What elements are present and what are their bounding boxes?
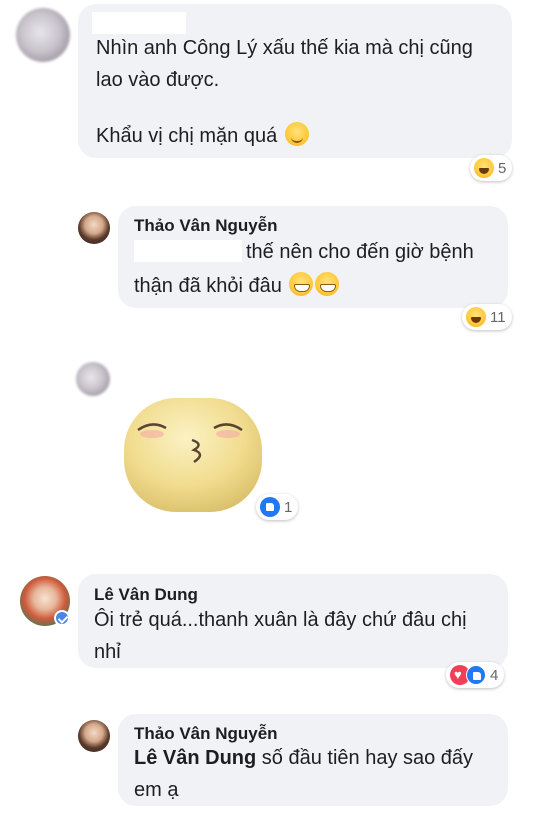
- kissing-sticker: [124, 398, 262, 512]
- verified-badge-icon: [54, 610, 70, 626]
- grinning-face-emoji-icon: [315, 272, 340, 296]
- avatar[interactable]: [78, 212, 110, 244]
- reaction-summary[interactable]: 4: [446, 662, 505, 688]
- redacted-author-name: [92, 12, 186, 34]
- reaction-count: 11: [490, 308, 506, 326]
- mention-link[interactable]: Lê Vân Dung: [134, 747, 256, 769]
- redacted-mention: [134, 240, 242, 262]
- like-icon: [260, 497, 280, 517]
- comment-author-name[interactable]: Thảo Vân Nguyễn: [134, 216, 278, 236]
- comment-author-name[interactable]: Lê Vân Dung: [94, 585, 198, 605]
- comment-text-line: thận đã khỏi đâu: [134, 270, 340, 302]
- comment-text-line: Ôi trẻ quá...thanh xuân là đây chứ đâu c…: [94, 609, 467, 631]
- comment-text-line: thế nên cho đến giờ bệnh: [246, 241, 474, 263]
- comment-text-line: Khẩu vị chị mặn quá: [96, 120, 309, 152]
- comment-text: thận đã khỏi đâu: [134, 275, 282, 297]
- haha-icon: [466, 307, 486, 327]
- grinning-face-emoji-icon: [289, 272, 314, 296]
- comment-text-line: Lê Vân Dung số đầu tiên hay sao đấy: [134, 742, 473, 774]
- reaction-count: 4: [490, 666, 499, 684]
- avatar[interactable]: [16, 8, 70, 62]
- like-icon: [466, 665, 486, 685]
- comment-text-line: Nhìn anh Công Lý xấu thế kia mà chị cũng: [96, 37, 473, 59]
- comment-text: số đầu tiên hay sao đấy: [256, 747, 474, 769]
- comment-author-name[interactable]: Thảo Vân Nguyễn: [134, 724, 278, 744]
- avatar[interactable]: [76, 362, 110, 396]
- comment-text-line: nhỉ: [94, 641, 121, 663]
- comment-text-line: em ạ: [134, 779, 179, 801]
- comment-text-line: lao vào được.: [96, 69, 220, 91]
- reaction-summary[interactable]: 11: [462, 304, 512, 330]
- reaction-summary[interactable]: 5: [470, 155, 513, 181]
- reaction-count: 1: [284, 498, 293, 516]
- reaction-summary[interactable]: 1: [256, 494, 299, 520]
- comment-text: Khẩu vị chị mặn quá: [96, 125, 278, 147]
- reaction-count: 5: [498, 159, 507, 177]
- avatar[interactable]: [78, 720, 110, 752]
- haha-icon: [474, 158, 494, 178]
- winking-face-emoji-icon: [284, 122, 309, 146]
